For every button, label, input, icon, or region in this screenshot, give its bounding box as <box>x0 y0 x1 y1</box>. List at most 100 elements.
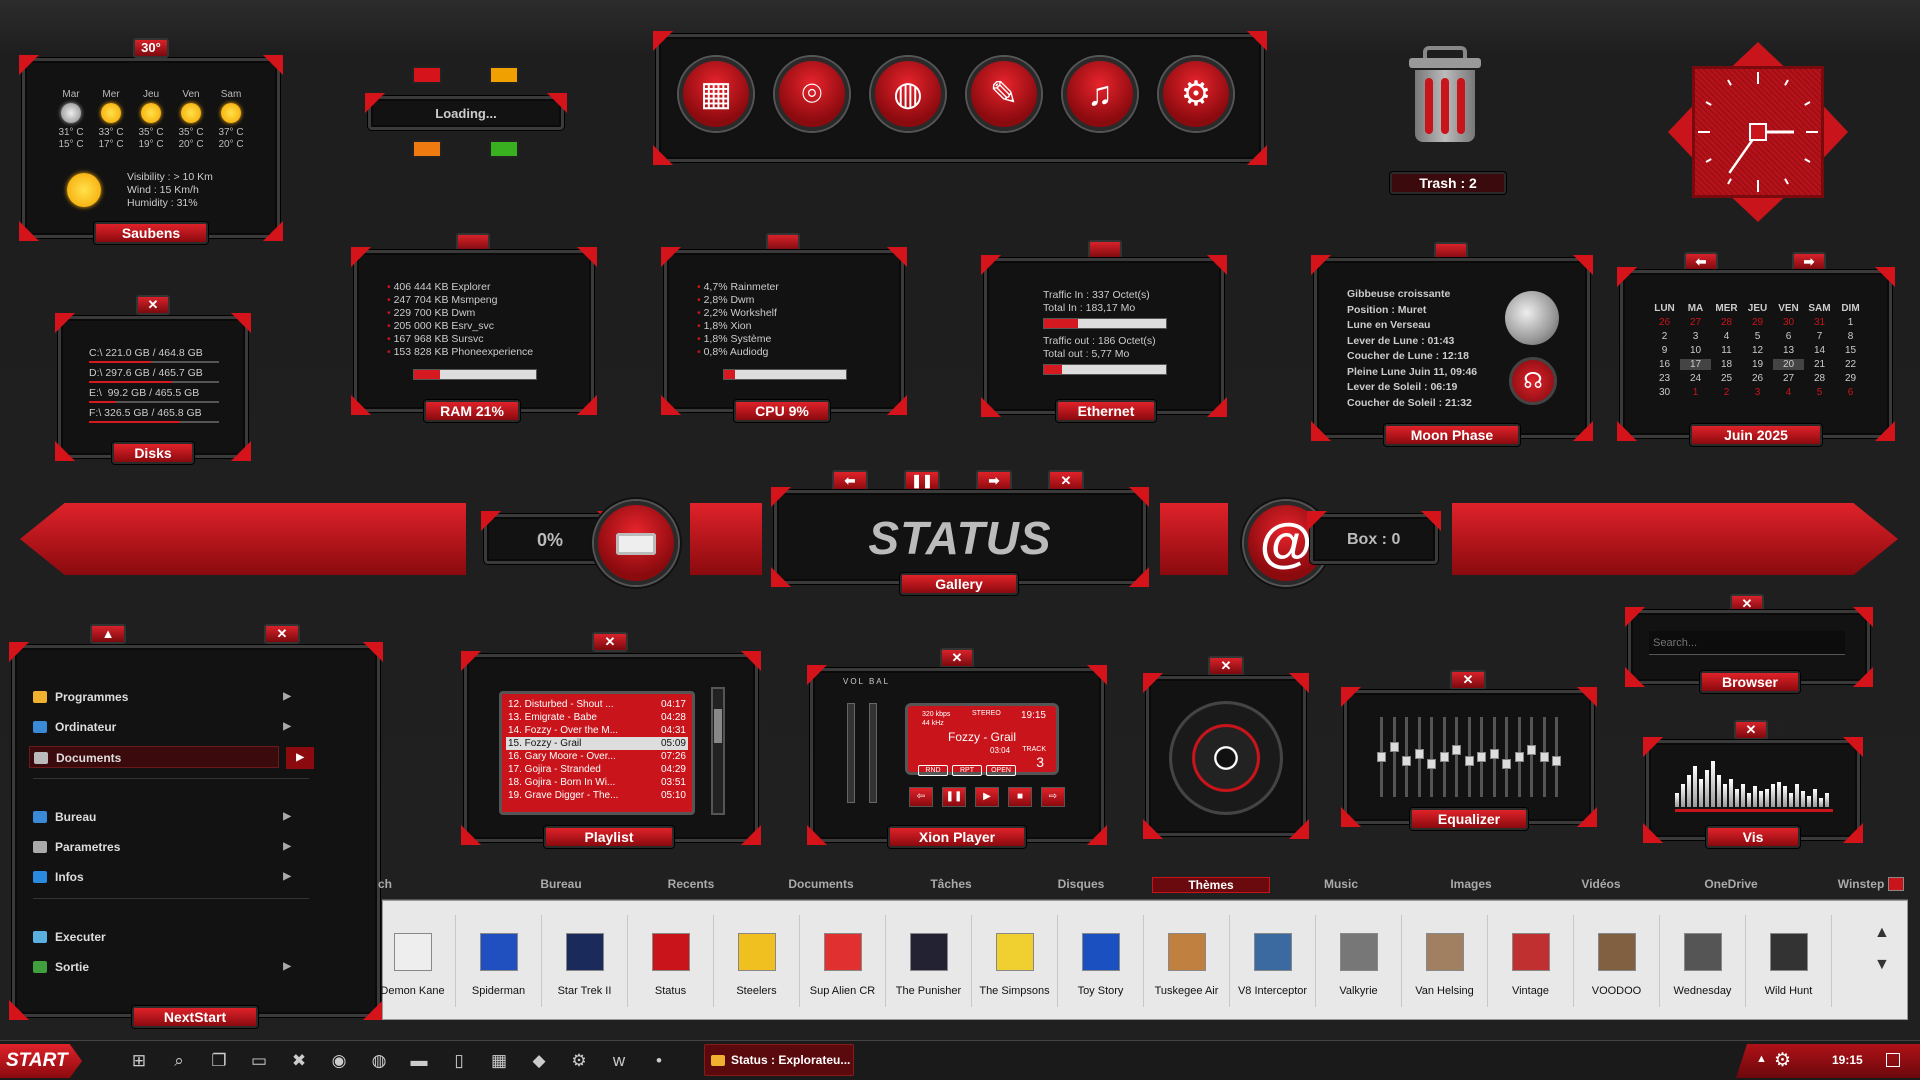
calendar-day[interactable]: 26 <box>1742 373 1773 384</box>
calendar-day[interactable]: 23 <box>1649 373 1680 384</box>
battery-icon[interactable] <box>594 501 678 585</box>
theme-thumbnail[interactable]: Wild Hunt <box>1746 915 1832 1007</box>
eq-band-slider[interactable] <box>1439 752 1449 762</box>
browser-label[interactable]: Browser <box>1700 671 1800 693</box>
prev-icon[interactable]: ⇦ <box>909 787 933 807</box>
dock-tab-7[interactable]: Music <box>1282 877 1400 891</box>
calendar-day[interactable]: 29 <box>1835 373 1866 384</box>
moon-label[interactable]: Moon Phase <box>1384 424 1520 446</box>
map-pin-icon[interactable]: ⌾ <box>775 57 849 131</box>
xion-open-button[interactable]: OPEN <box>986 765 1016 776</box>
balance-slider[interactable] <box>869 703 877 803</box>
theme-thumbnail[interactable]: Sup Alien CR <box>800 915 886 1007</box>
calendar-day[interactable]: 30 <box>1773 317 1804 328</box>
dock-scroll-up-icon[interactable]: ▲ <box>1874 924 1890 942</box>
music-icon[interactable]: ♫ <box>1063 57 1137 131</box>
dock-tab-10[interactable]: OneDrive <box>1672 877 1790 891</box>
calendar-day[interactable]: 28 <box>1804 373 1835 384</box>
dock-scroll-down-icon[interactable]: ▼ <box>1874 956 1890 974</box>
calendar-day[interactable]: 6 <box>1835 387 1866 398</box>
start-menu-item-documents[interactable]: Documents ▶ <box>29 746 314 769</box>
theme-thumbnail[interactable]: VOODOO <box>1574 915 1660 1007</box>
start-menu-item-parametres[interactable]: Parametres ▶ <box>29 836 291 858</box>
play-icon[interactable]: ▶ <box>975 787 999 807</box>
calendar-day[interactable]: 3 <box>1742 387 1773 398</box>
stop-icon[interactable]: ■ <box>1008 787 1032 807</box>
theme-thumbnail[interactable]: The Simpsons <box>972 915 1058 1007</box>
equalizer-close-button[interactable]: ✕ <box>1450 670 1486 690</box>
eq-band-slider[interactable] <box>1514 752 1524 762</box>
dock-tab-0[interactable]: ch <box>370 877 400 891</box>
start-menu-collapse-button[interactable]: ▲ <box>90 624 126 644</box>
dot-icon[interactable]: • <box>646 1048 672 1074</box>
eq-band-slider[interactable] <box>1464 755 1474 766</box>
grid-icon[interactable]: ▦ <box>679 57 753 131</box>
moon-settings-icon[interactable]: ☊ <box>1509 357 1557 405</box>
playlist-label[interactable]: Playlist <box>544 826 674 848</box>
pause-icon[interactable]: ❚❚ <box>942 787 966 807</box>
calendar-day[interactable]: 2 <box>1711 387 1742 398</box>
status-pause-button[interactable]: ❚❚ <box>904 470 940 492</box>
calendar-day[interactable]: 17 <box>1680 359 1711 370</box>
calendar-day[interactable]: 5 <box>1742 331 1773 342</box>
nextstart-label[interactable]: NextStart <box>132 1006 258 1028</box>
word-icon[interactable]: w <box>606 1048 632 1074</box>
dock-tab-11[interactable]: Winstep <box>1802 877 1920 891</box>
dock-tab-8[interactable]: Images <box>1412 877 1530 891</box>
playlist-track[interactable]: 19. Grave Digger - The... 05:10 <box>506 789 688 802</box>
gallery-button[interactable]: Gallery <box>900 573 1018 595</box>
start-menu-close-button[interactable]: ✕ <box>264 624 300 644</box>
disk-row[interactable]: F:\ 326.5 GB / 465.8 GB <box>89 407 221 427</box>
disks-label[interactable]: Disks <box>112 442 194 464</box>
tray-chevron-icon[interactable]: ▲ <box>1756 1053 1767 1065</box>
eq-band-slider[interactable] <box>1477 752 1486 762</box>
theme-thumbnail[interactable]: Spiderman <box>456 915 542 1007</box>
ram-label[interactable]: RAM 21% <box>424 400 520 422</box>
calendar-day[interactable]: 28 <box>1711 317 1742 328</box>
calendar-day[interactable]: 26 <box>1649 317 1680 328</box>
playlist-scrollbar[interactable] <box>711 687 725 815</box>
taskbar-clock[interactable]: 19:15 <box>1832 1053 1863 1067</box>
xion-close-button[interactable]: ✕ <box>940 648 974 668</box>
calendar-day[interactable]: 2 <box>1649 331 1680 342</box>
task-view-icon[interactable]: ❐ <box>206 1048 232 1074</box>
xion-label[interactable]: Xion Player <box>888 826 1026 848</box>
calendar-day[interactable]: 15 <box>1835 345 1866 356</box>
eq-band-slider[interactable] <box>1489 748 1499 759</box>
disks-close-button[interactable]: ✕ <box>136 295 170 315</box>
notepad-icon[interactable]: ▯ <box>446 1048 472 1074</box>
start-menu-item-programmes[interactable]: Programmes ▶ <box>29 686 291 708</box>
dock-tab-6[interactable]: Thèmes <box>1152 877 1270 893</box>
volume-slider[interactable] <box>847 703 855 803</box>
disk-row[interactable]: D:\ 297.6 GB / 465.7 GB <box>89 367 221 387</box>
calendar-day[interactable]: 29 <box>1742 317 1773 328</box>
calendar-day[interactable]: 4 <box>1773 387 1804 398</box>
calendar-day[interactable]: 14 <box>1804 345 1835 356</box>
calendar-day[interactable]: 3 <box>1680 331 1711 342</box>
status-close-button[interactable]: ✕ <box>1048 470 1084 492</box>
calendar-day[interactable]: 27 <box>1773 373 1804 384</box>
eq-band-slider[interactable] <box>1389 741 1399 752</box>
calendar-day[interactable]: 21 <box>1804 359 1835 370</box>
calendar-day[interactable]: 25 <box>1711 373 1742 384</box>
dock-tab-1[interactable]: Bureau <box>502 877 620 891</box>
calendar-day[interactable]: 12 <box>1742 345 1773 356</box>
eq-band-slider[interactable] <box>1452 745 1461 755</box>
calendar-day[interactable]: 6 <box>1773 331 1804 342</box>
eq-band-slider[interactable] <box>1377 752 1386 762</box>
theme-thumbnail[interactable]: Steelers <box>714 915 800 1007</box>
calendar-day[interactable]: 1 <box>1835 317 1866 328</box>
calendar-day[interactable]: 16 <box>1649 359 1680 370</box>
calendar-day[interactable]: 19 <box>1742 359 1773 370</box>
globe-icon[interactable]: ◍ <box>871 57 945 131</box>
calendar-day[interactable]: 31 <box>1804 317 1835 328</box>
playlist-track[interactable]: 18. Gojira - Born In Wi... 03:51 <box>506 776 688 789</box>
ethernet-top-button[interactable] <box>1088 240 1122 260</box>
eq-band-slider[interactable] <box>1527 745 1536 755</box>
playlist-track[interactable]: 14. Fozzy - Over the M... 04:31 <box>506 724 688 737</box>
status-next-button[interactable]: ➡ <box>976 470 1012 492</box>
playlist-track[interactable]: 17. Gojira - Stranded 04:29 <box>506 763 688 776</box>
playlist-track[interactable]: 12. Disturbed - Shout ... 04:17 <box>506 698 688 711</box>
playlist-track[interactable]: 13. Emigrate - Babe 04:28 <box>506 711 688 724</box>
start-menu-item-executer[interactable]: Executer <box>29 926 279 948</box>
